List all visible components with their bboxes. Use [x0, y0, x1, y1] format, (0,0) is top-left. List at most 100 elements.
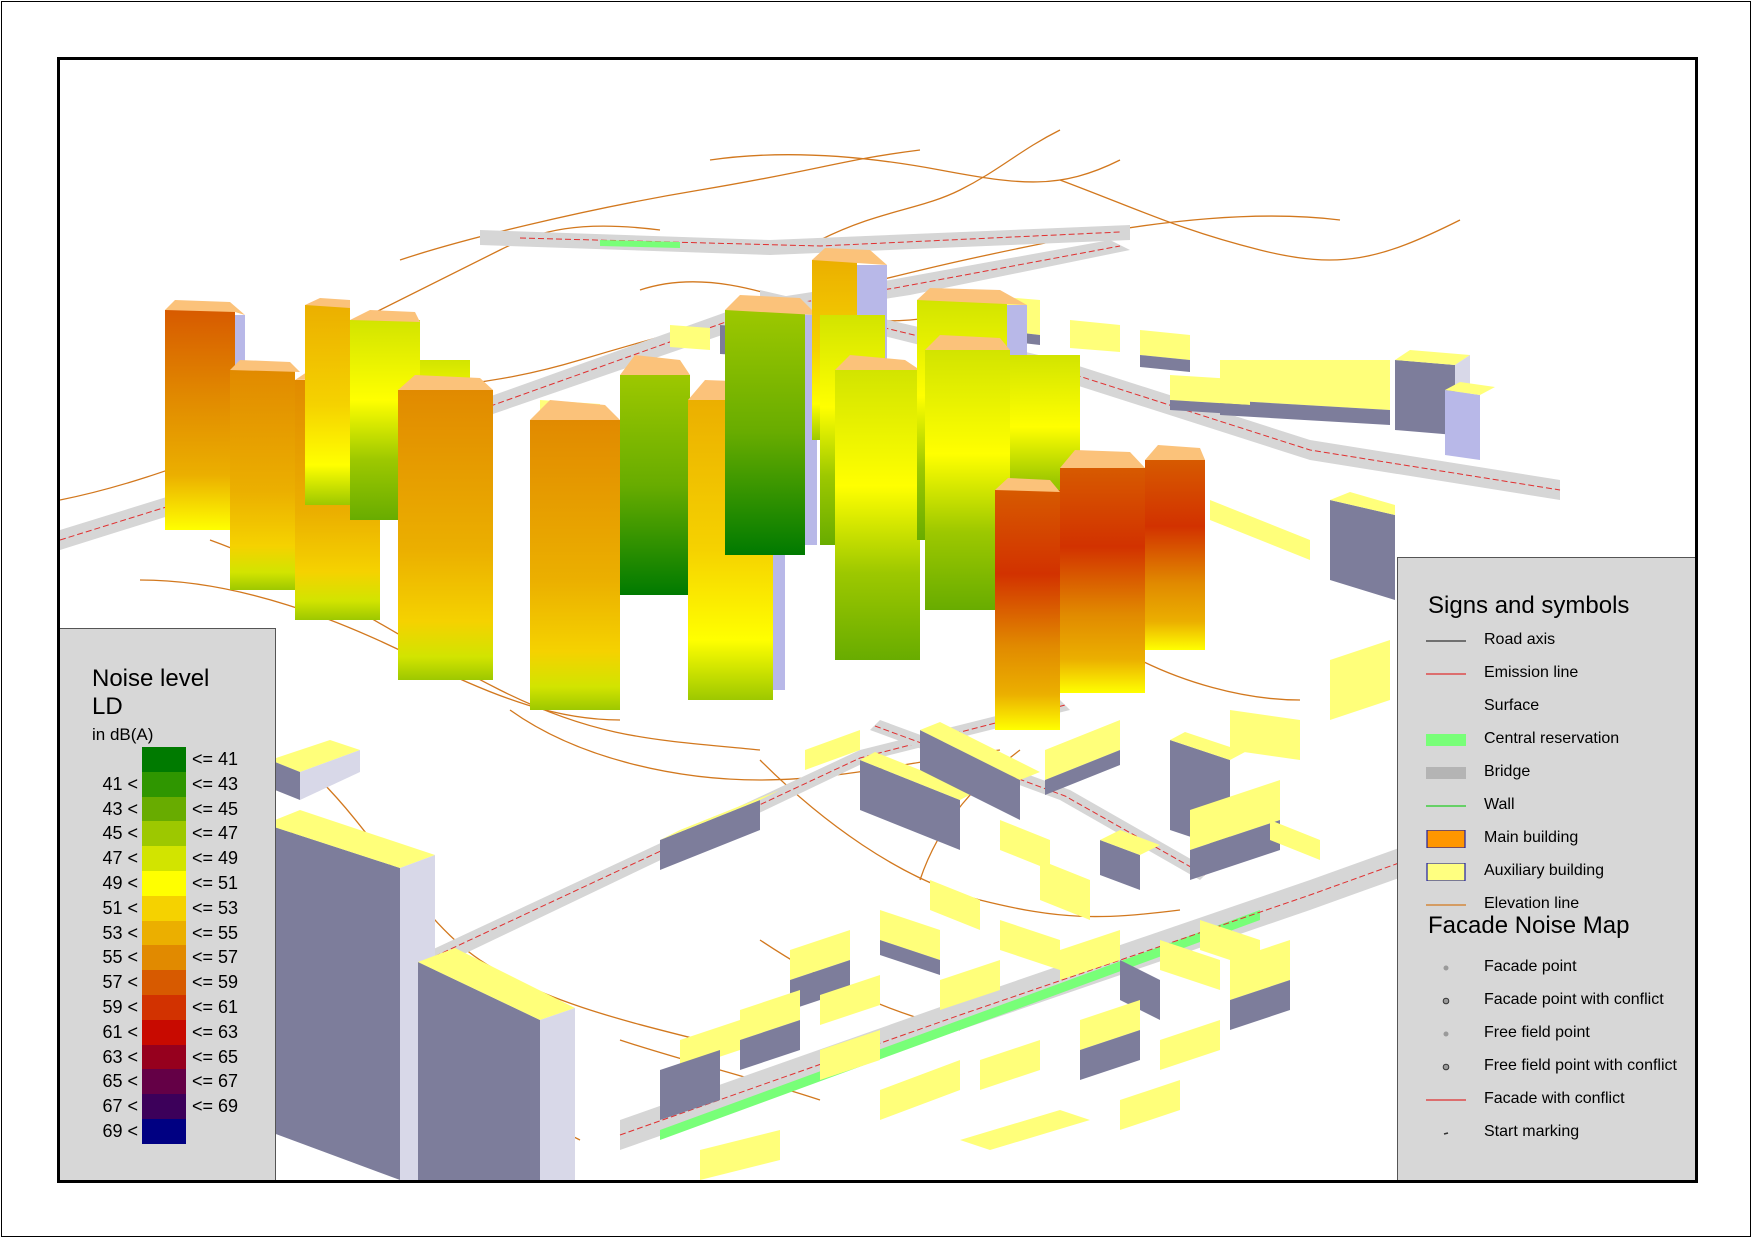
- symbol-row: Road axis: [1398, 628, 1695, 652]
- noise-legend-title-line2: LD: [92, 693, 123, 720]
- noise-class-lower-bound: 47 <: [102, 848, 138, 869]
- noise-class-lower-bound: 53 <: [102, 922, 138, 943]
- symbol-label: Main building: [1484, 829, 1579, 846]
- noise-class-row: 45 < <= 47: [60, 821, 276, 847]
- noise-class-lower-bound: 43 <: [102, 798, 138, 819]
- noise-class-row: 67 < <= 69: [60, 1094, 276, 1120]
- noise-class-swatch: [142, 945, 186, 971]
- empty-symbol-icon: [1426, 698, 1466, 716]
- building-symbol-icon: [1426, 830, 1466, 848]
- line-symbol-icon: [1426, 640, 1466, 642]
- symbol-row: Bridge: [1398, 760, 1695, 784]
- symbol-row: Free field point with conflict: [1398, 1054, 1695, 1078]
- conflict-point-symbol-icon: [1442, 1063, 1450, 1071]
- line-symbol-icon: [1426, 673, 1466, 675]
- symbol-label: Elevation line: [1484, 895, 1580, 912]
- noise-class-upper-bound: <= 43: [192, 773, 239, 794]
- facade-noise-map-title: Facade Noise Map: [1428, 912, 1630, 939]
- noise-class-lower-bound: 41 <: [102, 773, 138, 794]
- noise-class-upper-bound: <= 53: [192, 897, 239, 918]
- noise-class-lower-bound: 49 <: [102, 873, 138, 893]
- symbol-row: Surface: [1398, 694, 1695, 718]
- noise-class-swatch: [142, 771, 186, 797]
- symbol-label: Free field point with conflict: [1484, 1057, 1677, 1074]
- line-symbol-icon: [1426, 1099, 1466, 1101]
- symbol-label: Facade with conflict: [1484, 1090, 1625, 1107]
- noise-class-upper-bound: <= 51: [192, 873, 239, 893]
- symbol-row: Free field point: [1398, 1021, 1695, 1045]
- noise-class-row: 65 < <= 67: [60, 1069, 276, 1095]
- noise-class-swatch: [142, 895, 186, 921]
- noise-class-row: 43 < <= 45: [60, 796, 276, 822]
- noise-class-lower-bound: 51 <: [102, 897, 138, 918]
- noise-class-upper-bound: <= 67: [192, 1071, 239, 1092]
- noise-class-swatch: [142, 1019, 186, 1045]
- noise-class-swatch: [142, 970, 186, 996]
- symbol-row: Facade point with conflict: [1398, 988, 1695, 1012]
- noise-class-row: 49 < <= 51: [60, 871, 276, 896]
- noise-legend-unit: in dB(A): [92, 725, 154, 744]
- symbol-row: Main building: [1398, 826, 1695, 850]
- symbol-label: Auxiliary building: [1484, 862, 1605, 879]
- noise-class-row: 69 <: [60, 1119, 276, 1144]
- map-frame: Noise level LD in dB(A) <= 41 41 < <= 43 43…: [57, 57, 1698, 1183]
- symbol-label: Central reservation: [1484, 730, 1620, 747]
- noise-class-swatch: [142, 846, 186, 872]
- noise-class-row: 51 < <= 53: [60, 895, 276, 921]
- point-symbol-icon: [1443, 965, 1449, 971]
- symbol-row: Auxiliary building: [1398, 859, 1695, 883]
- noise-class-row: 47 < <= 49: [60, 846, 276, 872]
- symbol-row: Facade with conflict: [1398, 1087, 1695, 1111]
- noise-class-lower-bound: 69 <: [102, 1121, 138, 1141]
- noise-legend-title: Noise level LD: [92, 665, 209, 721]
- symbol-row: Wall: [1398, 793, 1695, 817]
- noise-towers: [165, 248, 1205, 730]
- noise-class-swatch: [142, 920, 186, 946]
- noise-class-row: <= 41: [60, 747, 276, 772]
- line-symbol-icon: [1426, 805, 1466, 807]
- noise-class-lower-bound: 63 <: [102, 1046, 138, 1067]
- noise-class-lower-bound: 45 <: [102, 823, 138, 844]
- noise-class-lower-bound: 59 <: [102, 997, 138, 1017]
- noise-class-lower-bound: 55 <: [102, 947, 138, 968]
- noise-class-swatch: [142, 747, 186, 772]
- noise-class-swatch: [142, 821, 186, 847]
- symbol-label: Facade point with conflict: [1484, 991, 1664, 1008]
- noise-class-row: 53 < <= 55: [60, 920, 276, 946]
- symbol-label: Start marking: [1484, 1123, 1580, 1140]
- noise-class-row: 41 < <= 43: [60, 771, 276, 797]
- noise-class-swatch: [142, 871, 186, 896]
- noise-class-upper-bound: <= 49: [192, 848, 239, 869]
- noise-class-row: 61 < <= 63: [60, 1019, 276, 1045]
- noise-class-swatch: [142, 1044, 186, 1070]
- symbol-label: Wall: [1484, 796, 1515, 813]
- noise-class-upper-bound: <= 65: [192, 1046, 239, 1067]
- symbol-label: Road axis: [1484, 631, 1556, 648]
- noise-class-upper-bound: <= 69: [192, 1096, 239, 1117]
- noise-class-upper-bound: <= 47: [192, 823, 239, 844]
- noise-class-upper-bound: <= 55: [192, 922, 239, 943]
- noise-legend-title-line1: Noise level: [92, 665, 210, 692]
- noise-class-swatch: [142, 796, 186, 822]
- noise-class-lower-bound: 67 <: [102, 1096, 138, 1117]
- noise-class-upper-bound: <= 41: [192, 749, 239, 769]
- fill-symbol-icon: [1426, 734, 1466, 746]
- noise-class-lower-bound: 61 <: [102, 1021, 138, 1042]
- signs-symbols-legend: Signs and symbols Road axis Emission line…: [1397, 557, 1695, 1180]
- symbol-label: Facade point: [1484, 958, 1577, 975]
- noise-class-upper-bound: <= 61: [192, 997, 239, 1017]
- noise-class-row: 63 < <= 65: [60, 1044, 276, 1070]
- start-marking-icon: [1443, 1132, 1449, 1135]
- noise-class-swatch: [142, 1069, 186, 1095]
- symbol-label: Bridge: [1484, 763, 1531, 780]
- noise-class-swatch: [142, 995, 186, 1020]
- noise-class-swatch: [142, 1119, 186, 1144]
- noise-level-legend: Noise level LD in dB(A) <= 41 41 < <= 43 43…: [60, 628, 276, 1180]
- noise-class-swatch: [142, 1094, 186, 1120]
- fill-symbol-icon: [1426, 767, 1466, 779]
- building-symbol-icon: [1426, 863, 1466, 881]
- symbol-label: Free field point: [1484, 1024, 1590, 1041]
- symbol-row: Emission line: [1398, 661, 1695, 685]
- symbol-row: Start marking: [1398, 1120, 1695, 1144]
- noise-class-row: 55 < <= 57: [60, 945, 276, 971]
